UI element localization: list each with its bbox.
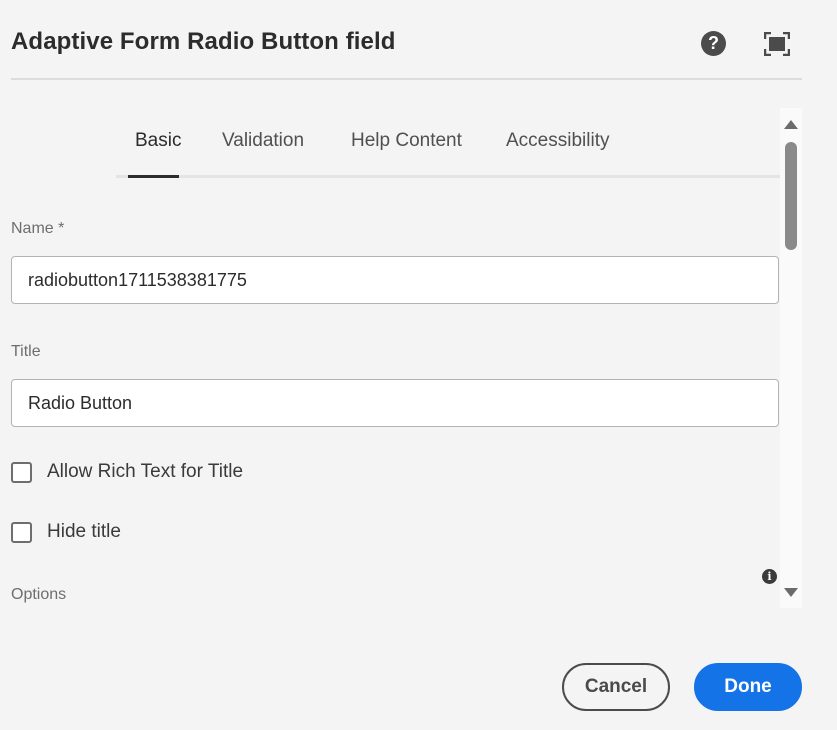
header-divider (11, 78, 802, 80)
allow-rich-text-checkbox-row[interactable]: Allow Rich Text for Title (11, 461, 243, 483)
dialog-title: Adaptive Form Radio Button field (11, 28, 396, 55)
title-label: Title (11, 343, 41, 360)
scrollbar-thumb[interactable] (785, 142, 797, 250)
fullscreen-icon (763, 31, 791, 57)
title-input[interactable] (11, 379, 779, 427)
allow-rich-text-label: Allow Rich Text for Title (47, 461, 244, 482)
scroll-down-arrow-icon[interactable] (784, 588, 798, 597)
fullscreen-button[interactable] (763, 31, 791, 57)
cancel-button[interactable]: Cancel (562, 663, 670, 711)
tabs-underline (116, 175, 780, 178)
active-tab-indicator (128, 175, 179, 178)
hide-title-label: Hide title (47, 521, 121, 542)
info-glyph: i (767, 570, 772, 583)
question-circle-icon: ? (708, 33, 719, 53)
tab-list: Basic Validation Help Content Accessibil… (116, 108, 780, 178)
tab-help-content[interactable]: Help Content (351, 130, 462, 152)
scroll-up-arrow-icon[interactable] (784, 120, 798, 129)
dialog-content: Basic Validation Help Content Accessibil… (0, 108, 780, 608)
allow-rich-text-checkbox[interactable] (11, 461, 32, 483)
tab-basic[interactable]: Basic (135, 130, 181, 152)
tab-accessibility[interactable]: Accessibility (506, 130, 609, 152)
options-label: Options (11, 586, 67, 603)
hide-title-checkbox[interactable] (11, 521, 32, 543)
name-label: Name * (11, 220, 65, 237)
hide-title-checkbox-row[interactable]: Hide title (11, 521, 121, 543)
name-input[interactable] (11, 256, 779, 304)
info-icon[interactable]: i (762, 569, 777, 584)
tab-validation[interactable]: Validation (222, 130, 304, 152)
help-button[interactable]: ? (701, 31, 726, 56)
vertical-scrollbar[interactable] (780, 108, 802, 608)
done-button[interactable]: Done (694, 663, 802, 711)
